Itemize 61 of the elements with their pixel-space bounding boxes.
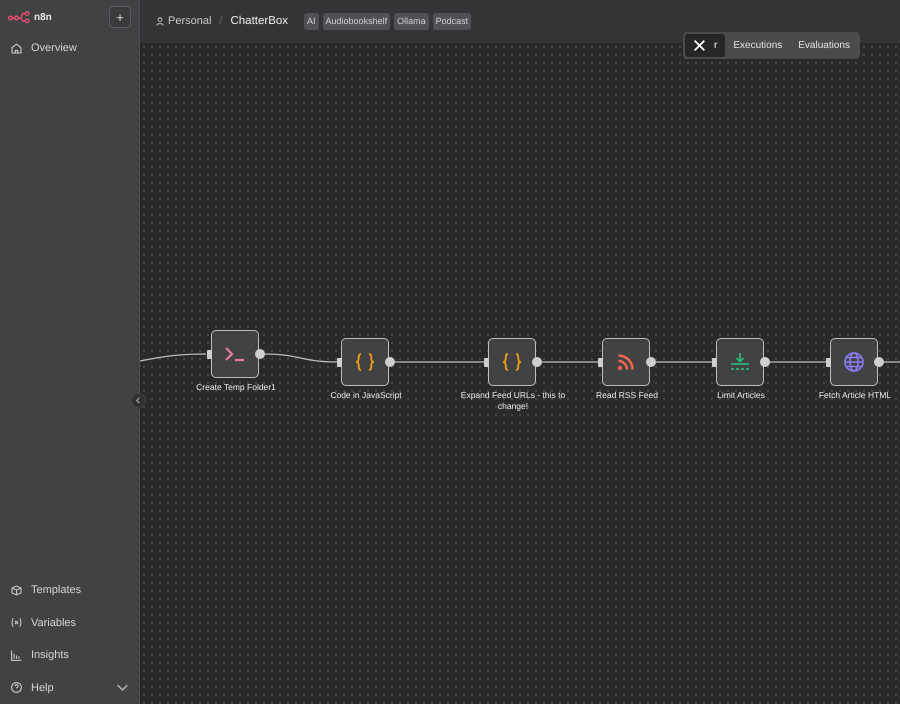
workflow-name[interactable]: ChatterBox [230, 12, 288, 30]
home-icon [10, 42, 23, 55]
connection-line [541, 361, 598, 363]
workflow-node[interactable] [488, 338, 536, 386]
package-icon [10, 584, 23, 597]
input-handle[interactable] [712, 358, 717, 367]
app-name: n8n [34, 10, 52, 24]
workflow-node[interactable] [211, 330, 259, 378]
chevron-left-icon [135, 397, 142, 404]
tag[interactable]: AI [304, 12, 319, 30]
sidebar-item[interactable]: Help [0, 672, 139, 704]
globe-icon [843, 351, 865, 373]
tab[interactable]: Executions [725, 34, 790, 57]
input-handle[interactable] [207, 350, 212, 359]
input-handle[interactable] [337, 358, 342, 367]
input-handle[interactable] [826, 358, 831, 367]
node-label: Code in JavaScript [329, 390, 403, 402]
output-handle[interactable] [385, 357, 395, 367]
output-handle[interactable] [255, 349, 265, 359]
sidebar-item[interactable]: Templates [0, 574, 139, 606]
input-handle[interactable] [598, 358, 603, 367]
sidebar-item[interactable]: Variables [0, 606, 139, 639]
node-label: Read RSS Feed [595, 390, 659, 402]
bar-chart-icon [10, 648, 23, 662]
node-label: Create Temp Folder1 [195, 382, 277, 394]
breadcrumb-separator: / [219, 14, 222, 30]
sidebar-item[interactable]: Overview [0, 34, 139, 62]
workflow-node[interactable] [341, 338, 389, 386]
connection-line [140, 353, 206, 362]
output-handle[interactable] [760, 357, 770, 367]
tab[interactable]: r [685, 34, 726, 57]
sidebar-item[interactable]: Insights [0, 639, 139, 672]
output-handle[interactable] [874, 357, 884, 367]
workflow-node[interactable] [830, 338, 878, 386]
workflow-node[interactable] [602, 338, 650, 386]
rss-icon [616, 352, 636, 372]
output-handle[interactable] [646, 357, 656, 367]
variable-icon [10, 616, 23, 630]
tag[interactable]: Audiobookshelf [322, 12, 390, 30]
close-icon [693, 39, 706, 52]
tag[interactable]: Podcast [432, 12, 472, 30]
node-label: Fetch Article HTML [818, 390, 892, 402]
user-icon [156, 17, 164, 26]
braces-icon [354, 352, 376, 372]
logo-icon [8, 11, 30, 23]
connection-line [655, 361, 712, 363]
braces-icon [501, 352, 523, 372]
connection-line [769, 361, 826, 363]
breadcrumb-link[interactable]: Personal [156, 13, 212, 30]
terminal-icon [223, 344, 247, 364]
add-button[interactable]: + [109, 6, 131, 28]
help-icon [10, 681, 23, 694]
node-label: Limit Articles [716, 390, 766, 402]
output-handle[interactable] [532, 357, 542, 367]
input-handle[interactable] [484, 358, 489, 367]
tab[interactable]: Evaluations [790, 34, 858, 57]
tag[interactable]: Ollama [394, 12, 429, 30]
limit-icon [729, 352, 751, 372]
connection-line [883, 361, 900, 363]
node-label: Expand Feed URLs - this to change! [460, 390, 566, 412]
workflow-node[interactable] [716, 338, 764, 386]
